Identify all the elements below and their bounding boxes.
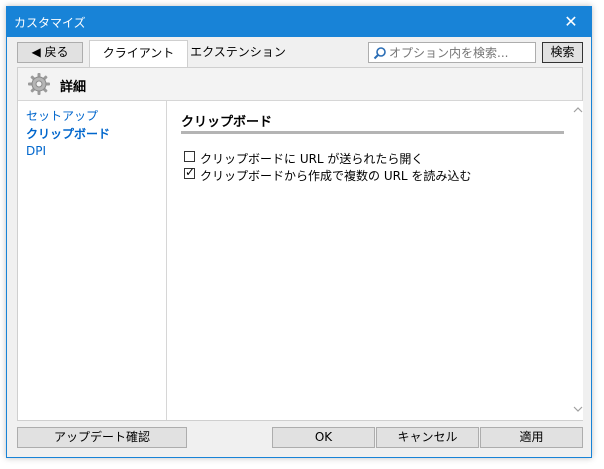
sidebar-item-setup[interactable]: セットアップ — [26, 107, 98, 124]
checkmark-icon: ✓ — [185, 165, 196, 179]
settings-panel: クリップボード クリップボードに URL が送られたら開く ✓ クリップボードか… — [167, 101, 572, 420]
search-button[interactable]: 検索 — [542, 42, 583, 63]
cancel-button[interactable]: キャンセル — [376, 427, 479, 448]
scroll-down-icon[interactable] — [573, 404, 583, 414]
content-area: 詳細 セットアップ クリップボード DPI クリップボード クリップボードに U… — [17, 67, 583, 421]
section-title: 詳細 — [60, 80, 87, 95]
search-icon — [373, 47, 386, 60]
panel-title: クリップボード — [181, 115, 273, 130]
sidebar: セットアップ クリップボード DPI — [18, 101, 167, 420]
scroll-up-icon[interactable] — [573, 105, 583, 115]
window-title: カスタマイズ — [14, 16, 86, 30]
option-label: クリップボードから作成で複数の URL を読み込む — [200, 169, 472, 183]
check-update-button[interactable]: アップデート確認 — [17, 427, 187, 448]
close-icon[interactable]: ✕ — [551, 7, 591, 37]
checkbox-checked[interactable]: ✓ — [184, 165, 196, 179]
tab-row: ◀ 戻る クライアント エクステンション 検索 — [7, 37, 591, 67]
ok-button[interactable]: OK — [272, 427, 375, 448]
tab-extension[interactable]: エクステンション — [188, 40, 288, 67]
tab-client[interactable]: クライアント — [89, 40, 188, 67]
gear-icon — [28, 73, 50, 95]
section-header: 詳細 — [18, 68, 582, 101]
search-input[interactable] — [389, 44, 529, 61]
sidebar-item-dpi[interactable]: DPI — [26, 144, 46, 158]
apply-button[interactable]: 適用 — [480, 427, 583, 448]
checkbox-unchecked[interactable] — [184, 151, 195, 162]
divider — [181, 131, 564, 134]
vertical-scrollbar[interactable] — [572, 101, 583, 420]
customize-window: カスタマイズ ✕ ◀ 戻る クライアント エクステンション 検索 — [6, 6, 592, 458]
title-bar: カスタマイズ ✕ — [7, 7, 591, 37]
search-box — [368, 42, 536, 63]
back-button[interactable]: ◀ 戻る — [17, 42, 83, 63]
sidebar-item-clipboard[interactable]: クリップボード — [26, 125, 110, 142]
option-label: クリップボードに URL が送られたら開く — [200, 152, 424, 166]
footer-bar: アップデート確認 OK キャンセル 適用 — [7, 421, 591, 457]
